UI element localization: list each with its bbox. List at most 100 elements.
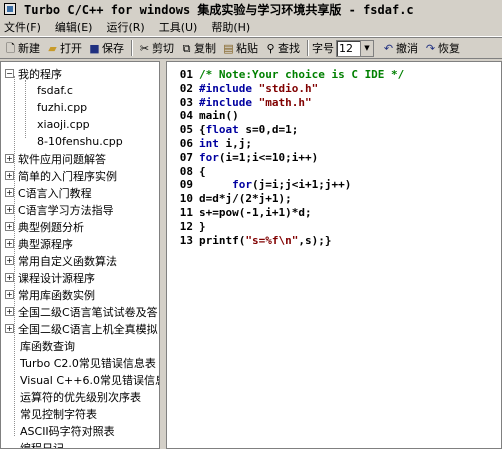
font-size-select[interactable]: 12 ▼: [336, 39, 374, 57]
redo-label: 恢复: [438, 42, 460, 55]
expand-icon[interactable]: +: [5, 171, 14, 180]
code-line[interactable]: 07 for (i=1;i<=10;i++): [167, 151, 318, 165]
tree-folder[interactable]: + 全国二级C语言笔试试卷及答: [5, 303, 158, 320]
tree-file-item[interactable]: fuzhi.cpp: [37, 99, 87, 116]
line-number: 11: [179, 206, 193, 219]
tree-folder[interactable]: + 软件应用问题解答: [5, 150, 106, 167]
menu-file[interactable]: 文件(F): [4, 19, 41, 35]
find-label: 查找: [278, 42, 300, 55]
cut-label: 剪切: [152, 42, 174, 55]
tree-item[interactable]: Visual C++6.0常见错误信息: [20, 371, 159, 388]
tree-item-label: 运算符的优先级别次序表: [20, 390, 141, 404]
tree-folder-label: 简单的入门程序实例: [18, 169, 117, 183]
chevron-down-icon[interactable]: ▼: [360, 40, 373, 56]
copy-button[interactable]: ⧉ 复制: [178, 38, 218, 58]
tree-folder-label: 常用自定义函数算法: [18, 254, 117, 268]
copy-label: 复制: [194, 42, 216, 55]
menu-run[interactable]: 运行(R): [106, 19, 144, 35]
tree-folder[interactable]: + 简单的入门程序实例: [5, 167, 117, 184]
menu-bar: 文件(F) 编辑(E) 运行(R) 工具(U) 帮助(H): [0, 18, 502, 37]
code-token: for: [232, 178, 252, 192]
menu-edit[interactable]: 编辑(E): [55, 19, 93, 35]
save-disk-icon: ■: [89, 41, 100, 55]
tree-file-item[interactable]: 8-10fenshu.cpp: [37, 133, 123, 150]
code-token: main(): [199, 109, 239, 123]
expand-icon[interactable]: +: [5, 273, 14, 282]
paste-button[interactable]: ▤ 粘贴: [220, 38, 260, 58]
tree-root[interactable]: − 我的程序: [5, 65, 62, 82]
code-token: {: [199, 164, 206, 178]
expand-icon[interactable]: +: [5, 222, 14, 231]
tree-folder[interactable]: + 全国二级C语言上机全真模拟: [5, 320, 158, 337]
line-number: 10: [179, 192, 193, 206]
tree-folder[interactable]: + 常用库函数实例: [5, 286, 95, 303]
expand-icon[interactable]: +: [5, 239, 14, 248]
line-number: 07: [179, 150, 193, 164]
tree-item[interactable]: 常见控制字符表: [20, 405, 97, 422]
expand-icon[interactable]: +: [5, 324, 14, 333]
code-line[interactable]: 06 int i,j;: [167, 137, 252, 151]
tree-item[interactable]: Turbo C2.0常见错误信息表: [20, 354, 156, 371]
open-label: 打开: [60, 42, 82, 55]
code-editor[interactable]: 01 /* Note:Your choice is C IDE */ 02 #incl…: [166, 61, 502, 449]
tree-item-label: 库函数查询: [20, 339, 75, 353]
tree-folder[interactable]: + C语言入门教程: [5, 184, 92, 201]
line-number: 06: [179, 137, 193, 150]
undo-button[interactable]: ↶ 撤消: [380, 38, 420, 58]
find-button[interactable]: ⚲ 查找: [262, 38, 302, 58]
collapse-icon[interactable]: −: [5, 69, 14, 78]
new-file-icon: 🗋: [6, 41, 15, 55]
undo-arrow-icon: ↶: [383, 41, 394, 55]
tree-file-label: fsdaf.c: [37, 84, 73, 97]
tree-folder[interactable]: + 典型源程序: [5, 235, 73, 252]
tree-file-item[interactable]: fsdaf.c: [37, 82, 73, 99]
expand-icon[interactable]: +: [5, 307, 14, 316]
expand-icon[interactable]: +: [5, 256, 14, 265]
code-line[interactable]: 11 s+=pow(-1,i+1)*d;: [167, 206, 312, 220]
tree-folder-label: C语言学习方法指导: [18, 203, 114, 217]
redo-button[interactable]: ↷ 恢复: [422, 38, 462, 58]
code-line[interactable]: 01 /* Note:Your choice is C IDE */: [167, 68, 405, 82]
line-number: 01: [179, 68, 193, 81]
code-line[interactable]: 12}: [167, 220, 206, 234]
tree-item[interactable]: 编程日记: [20, 439, 64, 449]
tree-folder[interactable]: + C语言学习方法指导: [5, 201, 114, 218]
code-line[interactable]: 04 main(): [167, 109, 239, 123]
code-line[interactable]: 08 {: [167, 165, 206, 179]
tree-item[interactable]: ASCII码字符对照表: [20, 422, 115, 439]
code-line[interactable]: 02 #include "stdio.h": [167, 82, 318, 96]
tree-folder[interactable]: + 常用自定义函数算法: [5, 252, 117, 269]
code-line[interactable]: 13 printf("s=%f\n" ,s);}: [167, 234, 332, 248]
tree-folder[interactable]: + 典型例题分析: [5, 218, 84, 235]
tree-item-label: ASCII码字符对照表: [20, 424, 115, 438]
save-button[interactable]: ■ 保存: [86, 38, 126, 58]
font-size-label: 字号: [312, 42, 334, 55]
tree-folder-label: 课程设计源程序: [18, 271, 95, 285]
tree-folder-label: 软件应用问题解答: [18, 152, 106, 166]
code-token: #include: [199, 95, 259, 109]
expand-icon[interactable]: +: [5, 188, 14, 197]
tree-folder-label: 典型源程序: [18, 237, 73, 251]
tree-item[interactable]: 运算符的优先级别次序表: [20, 388, 141, 405]
open-button[interactable]: ▰ 打开: [44, 38, 84, 58]
toolbar-separator: [131, 40, 133, 56]
code-line[interactable]: 10 d=d*j/(2*j+1);: [167, 192, 292, 206]
tree-folder[interactable]: + 课程设计源程序: [5, 269, 95, 286]
code-token: i,j;: [218, 137, 252, 150]
expand-icon[interactable]: +: [5, 154, 14, 163]
menu-tools[interactable]: 工具(U): [159, 19, 198, 35]
new-button[interactable]: 🗋 新建: [2, 38, 42, 58]
line-number: 05: [179, 123, 193, 137]
code-line[interactable]: 05 {float s=0,d=1;: [167, 123, 299, 137]
tree-item[interactable]: 库函数查询: [20, 337, 75, 354]
expand-icon[interactable]: +: [5, 205, 14, 214]
tree-folder-label: 全国二级C语言上机全真模拟: [18, 322, 158, 336]
code-token: (j=i;j<i+1;j++): [252, 178, 352, 192]
code-token: /* Note:Your choice is C IDE */: [199, 68, 405, 81]
menu-help[interactable]: 帮助(H): [211, 19, 250, 35]
code-line[interactable]: 09 for (j=i;j<i+1;j++): [167, 178, 352, 192]
code-line[interactable]: 03 #include "math.h": [167, 96, 312, 110]
tree-file-item[interactable]: xiaoji.cpp: [37, 116, 90, 133]
cut-button[interactable]: ✂ 剪切: [136, 38, 176, 58]
expand-icon[interactable]: +: [5, 290, 14, 299]
